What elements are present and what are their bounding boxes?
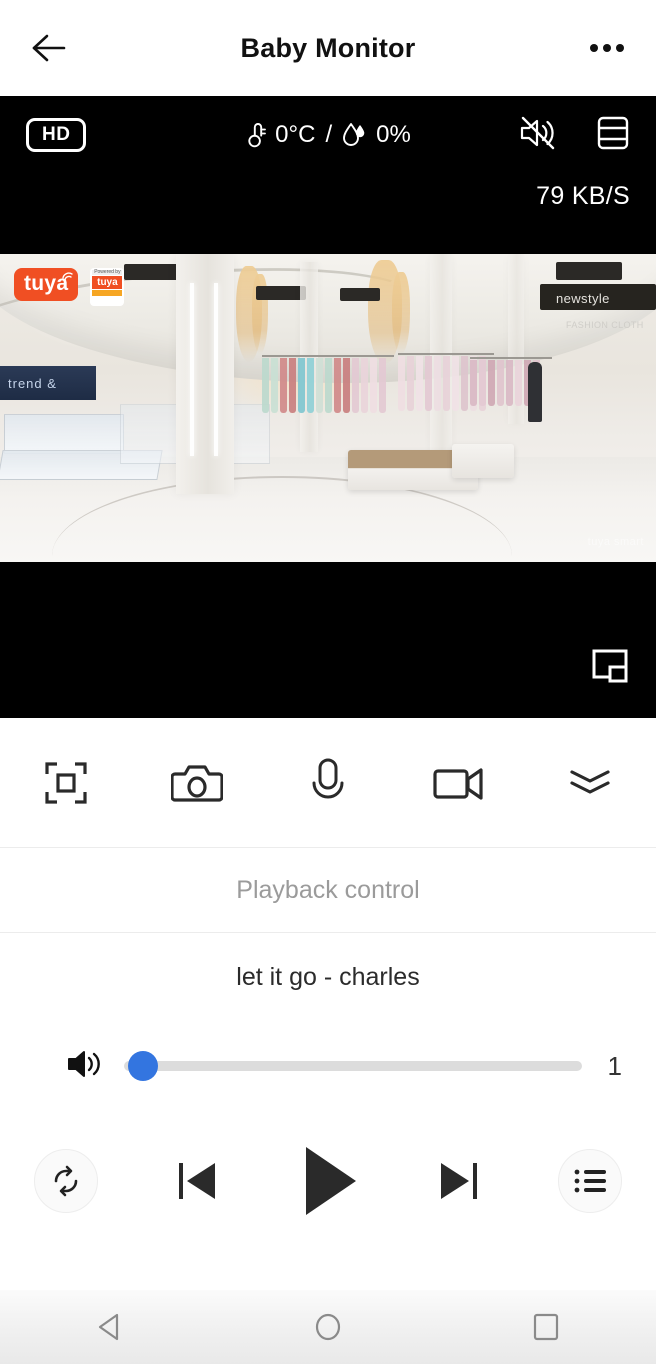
scene-pillar [176,254,234,494]
previous-track-icon [178,1162,215,1199]
tuya-wifi-icon [62,272,74,281]
page-title: Baby Monitor [240,32,416,63]
humidity-droplet-icon [343,123,365,146]
scene-signboard-4 [556,262,622,280]
scene-person [528,362,542,422]
nav-home-icon [315,1313,341,1341]
app-header: Baby Monitor [0,0,656,96]
scene-signboard [124,264,180,280]
more-options-button[interactable] [580,21,634,75]
repeat-button[interactable] [0,1148,131,1213]
track-title: let it go - charles [236,962,420,991]
scene-rack-bar [262,355,394,357]
humidity-value: 0% [376,121,411,148]
repeat-button-circle [33,1148,98,1213]
next-button[interactable] [394,1155,525,1207]
playlist-icon [575,1169,607,1192]
volume-section: 1 [0,1021,656,1111]
scene-sign-left: trend & [0,366,96,400]
previous-button[interactable] [131,1155,262,1207]
talk-button[interactable] [262,718,393,847]
thermometer-icon [248,123,267,148]
record-button[interactable] [394,718,525,847]
split-screen-button[interactable] [596,114,630,157]
camera-icon [170,764,223,802]
picture-in-picture-icon [592,649,628,683]
speaker-muted-icon [520,116,555,149]
double-chevron-down-icon [570,769,611,794]
scene-glass-case [4,414,124,454]
nav-recents-icon [533,1313,559,1341]
nav-recents-button[interactable] [516,1297,576,1357]
scene-corner-watermark: tuya smart [587,536,644,548]
playlist-button-circle [558,1148,623,1213]
repeat-icon [54,1165,77,1196]
scene-chandelier-4 [392,272,410,354]
transport-controls [0,1111,656,1290]
next-track-icon [441,1162,478,1199]
scene-signboard-3 [340,288,380,301]
scene-pillar-light-2 [214,282,218,456]
speaker-volume-icon [68,1050,100,1077]
back-button[interactable] [22,21,76,75]
scene-pillar-2 [300,262,318,452]
video-status-actions [518,114,630,157]
scene-pillar-light [190,282,194,456]
scene-counter-2 [452,444,514,478]
bitrate-label: 79 KB/S [536,182,630,210]
video-player[interactable]: trend & newstyle FASHION CLOTH tuya smar… [0,96,656,718]
tuya-powered-badge: Powered by tuya [90,268,125,306]
expand-button[interactable] [525,718,656,847]
volume-slider-thumb[interactable] [128,1051,158,1081]
app-screen: Baby Monitor trend & newstyle FASHION CL… [0,0,656,1364]
scene-clothing-rack [262,355,394,414]
tuya-logo: tuya [14,268,79,301]
video-status-bar: HD 0°C / 0% [0,96,656,174]
more-options-icon [590,44,598,52]
more-options-icon-dot3 [616,44,624,52]
split-screen-icon [597,116,629,149]
play-icon [306,1146,356,1215]
mute-button[interactable] [518,115,560,156]
tuya-powered-main: tuya [92,276,123,289]
tuya-powered-top: Powered by [92,269,123,275]
volume-slider-track [124,1061,582,1071]
playback-control-label: Playback control [236,875,420,904]
play-button[interactable] [262,1143,393,1219]
scene-rack-bar-3 [470,357,552,359]
scene-signboard-2 [256,286,306,300]
nav-back-button[interactable] [80,1297,140,1357]
more-options-icon-dot2 [603,44,611,52]
back-arrow-icon [32,34,66,62]
nav-home-button[interactable] [298,1297,358,1357]
scene-rack-bar-2 [398,353,494,355]
fullscreen-frame-icon [44,761,87,804]
fullscreen-button[interactable] [0,718,131,847]
tuya-powered-bar [92,290,123,296]
volume-icon-button[interactable] [66,1047,106,1086]
scene-store-sub: FASHION CLOTH [566,320,644,330]
android-navigation-bar [0,1290,656,1364]
playlist-button[interactable] [525,1148,656,1213]
microphone-icon [312,758,344,798]
scene-store-name: newstyle [556,291,610,306]
volume-value: 1 [607,1050,622,1081]
playback-control-section[interactable]: Playback control [0,848,656,933]
hd-quality-badge[interactable]: HD [26,118,87,152]
nav-back-icon [98,1313,119,1341]
picture-in-picture-button[interactable] [590,647,630,692]
camera-toolbar [0,718,656,848]
video-camera-icon [433,767,483,800]
volume-slider[interactable] [124,1051,582,1081]
snapshot-button[interactable] [131,718,262,847]
track-title-section: let it go - charles [0,933,656,1021]
tuya-watermark-group: tuya Powered by tuya [14,268,125,306]
readout-separator: / [325,121,333,148]
temperature-value: 0°C [275,121,316,148]
